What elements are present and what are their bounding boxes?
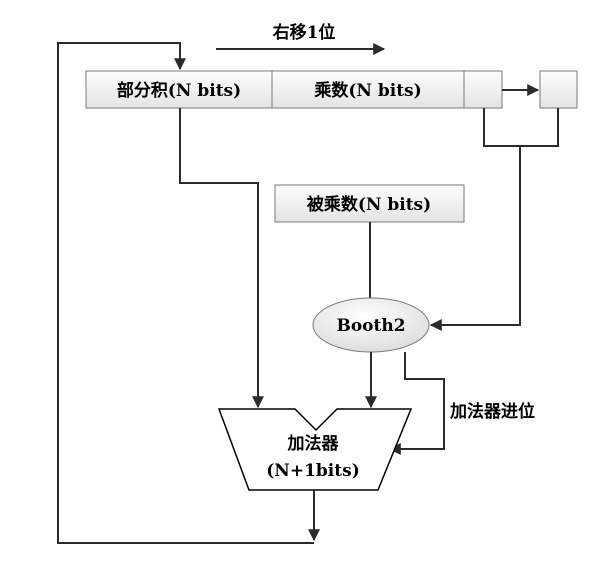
bits-to-booth-wire [483, 108, 559, 147]
multiplier-label: 乘数(N bits) [313, 80, 421, 101]
booth-multiplier-diagram: 右移1位 部分积(N bits) 乘数(N bits) 被乘数(N bits) … [57, 22, 578, 544]
adder-width-label: (N+1bits) [266, 461, 359, 481]
adder-label: 加法器 [287, 433, 340, 454]
bits-to-booth-arrow [429, 146, 521, 331]
lsb-bit-box [463, 70, 503, 109]
extra-bit-box [539, 70, 578, 109]
booth2-label: Booth2 [336, 316, 405, 336]
partial-product-to-adder-arrow [179, 108, 264, 409]
partial-product-label: 部分积(N bits) [117, 80, 241, 101]
multiplicand-label: 被乘数(N bits) [307, 194, 431, 215]
adder-carry-label: 加法器进位 [449, 401, 535, 422]
shift-right-label: 右移1位 [273, 22, 336, 43]
